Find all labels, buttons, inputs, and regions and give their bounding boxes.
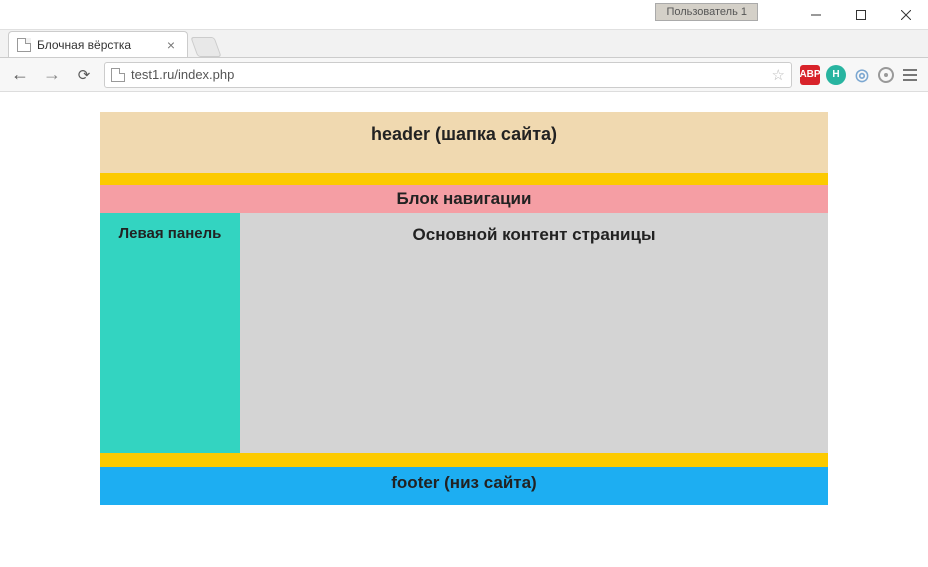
abp-extension-icon[interactable]: ABP bbox=[800, 65, 820, 85]
left-panel: Левая панель bbox=[100, 213, 240, 453]
extension-icons: ABP H ◎ bbox=[800, 65, 920, 85]
maximize-button[interactable] bbox=[838, 0, 883, 29]
yellow-divider-top bbox=[100, 173, 828, 185]
reload-button[interactable]: ⟳ bbox=[72, 63, 96, 87]
site-nav: Блок навигации bbox=[100, 185, 828, 213]
new-tab-button[interactable] bbox=[190, 37, 221, 57]
window-titlebar: Пользователь 1 bbox=[0, 0, 928, 30]
hamburger-menu-icon[interactable] bbox=[900, 65, 920, 85]
user-profile-badge[interactable]: Пользователь 1 bbox=[655, 3, 758, 21]
tab-close-icon[interactable]: × bbox=[163, 37, 179, 53]
browser-tab[interactable]: Блочная вёрстка × bbox=[8, 31, 188, 57]
page-layout: header (шапка сайта) Блок навигации Лева… bbox=[100, 112, 828, 505]
yellow-divider-bottom bbox=[100, 453, 828, 467]
site-header: header (шапка сайта) bbox=[100, 112, 828, 173]
browser-toolbar: ← → ⟳ test1.ru/index.php ☆ ABP H ◎ bbox=[0, 58, 928, 92]
bookmark-star-icon[interactable]: ☆ bbox=[772, 66, 785, 84]
page-icon bbox=[17, 38, 31, 52]
page-icon bbox=[111, 68, 125, 82]
back-button[interactable]: ← bbox=[8, 63, 32, 87]
site-footer: footer (низ сайта) bbox=[100, 467, 828, 505]
circle-extension-icon[interactable] bbox=[878, 67, 894, 83]
address-bar[interactable]: test1.ru/index.php ☆ bbox=[104, 62, 792, 88]
forward-button[interactable]: → bbox=[40, 63, 64, 87]
main-content: Основной контент страницы bbox=[240, 213, 828, 453]
site-middle: Левая панель Основной контент страницы bbox=[100, 213, 828, 453]
tab-title: Блочная вёрстка bbox=[37, 38, 131, 52]
tab-strip: Блочная вёрстка × bbox=[0, 30, 928, 58]
url-text: test1.ru/index.php bbox=[131, 67, 234, 82]
minimize-button[interactable] bbox=[793, 0, 838, 29]
close-button[interactable] bbox=[883, 0, 928, 29]
swirl-extension-icon[interactable]: ◎ bbox=[852, 65, 872, 85]
window-controls bbox=[793, 0, 928, 29]
h-extension-icon[interactable]: H bbox=[826, 65, 846, 85]
page-viewport: header (шапка сайта) Блок навигации Лева… bbox=[0, 92, 928, 567]
